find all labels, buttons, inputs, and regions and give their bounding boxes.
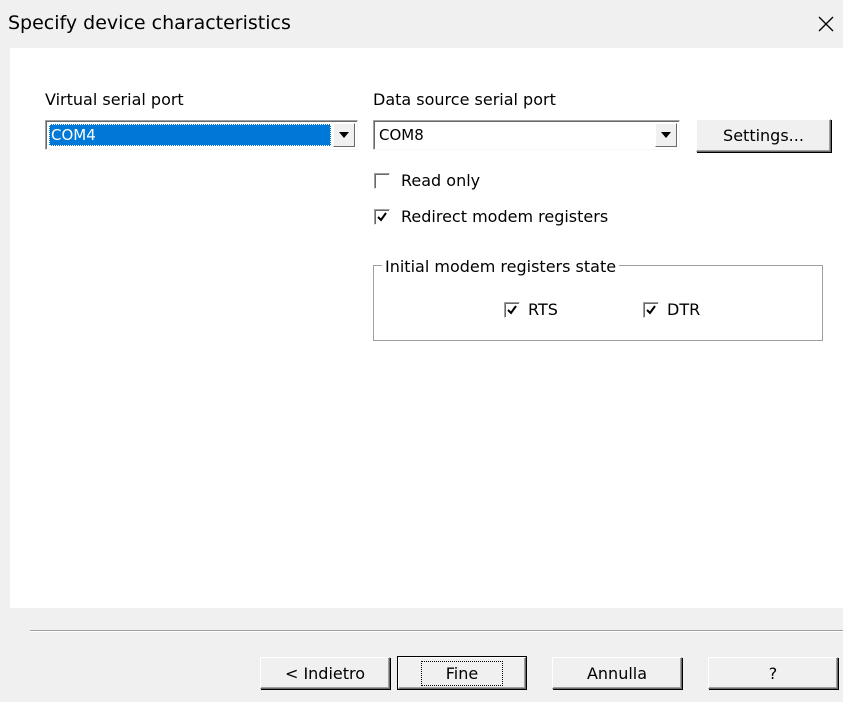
redirect-modem-checkbox[interactable]: [374, 209, 390, 225]
checkmark-icon: [646, 305, 656, 315]
virtual-port-select[interactable]: COM4: [45, 120, 358, 150]
read-only-checkbox[interactable]: [374, 173, 390, 189]
virtual-port-value: COM4: [49, 124, 331, 146]
dropdown-arrow-icon: [339, 132, 349, 138]
back-button[interactable]: < Indietro: [260, 657, 390, 689]
close-icon: [818, 16, 834, 32]
modem-registers-group: [373, 265, 823, 341]
dropdown-arrow-icon: [661, 132, 671, 138]
virtual-port-label: Virtual serial port: [45, 90, 184, 109]
close-button[interactable]: [812, 10, 840, 38]
modem-registers-group-title: Initial modem registers state: [382, 258, 620, 276]
checkmark-icon: [507, 305, 517, 315]
dtr-checkbox[interactable]: [643, 302, 659, 318]
dialog-title: Specify device characteristics: [8, 12, 291, 34]
finish-button-label: Fine: [420, 660, 504, 686]
help-button[interactable]: ?: [708, 657, 838, 689]
rts-label: RTS: [528, 300, 558, 319]
dtr-label: DTR: [667, 300, 701, 319]
rts-checkbox[interactable]: [504, 302, 520, 318]
finish-button[interactable]: Fine: [397, 656, 527, 690]
cancel-button[interactable]: Annulla: [552, 657, 682, 689]
settings-button[interactable]: Settings...: [696, 119, 831, 152]
dtr-option[interactable]: DTR: [643, 300, 700, 320]
data-source-port-select[interactable]: COM8: [373, 120, 680, 150]
read-only-label: Read only: [401, 171, 481, 190]
read-only-option[interactable]: Read only: [374, 171, 480, 191]
footer-separator: [30, 630, 843, 632]
redirect-modem-option[interactable]: Redirect modem registers: [374, 207, 608, 227]
data-source-port-value: COM8: [379, 126, 424, 144]
data-source-dropdown-button[interactable]: [655, 123, 677, 147]
checkmark-icon: [377, 212, 387, 222]
redirect-modem-label: Redirect modem registers: [401, 207, 609, 226]
rts-option[interactable]: RTS: [504, 300, 558, 320]
data-source-port-label: Data source serial port: [373, 90, 556, 109]
virtual-port-dropdown-button[interactable]: [333, 123, 355, 147]
